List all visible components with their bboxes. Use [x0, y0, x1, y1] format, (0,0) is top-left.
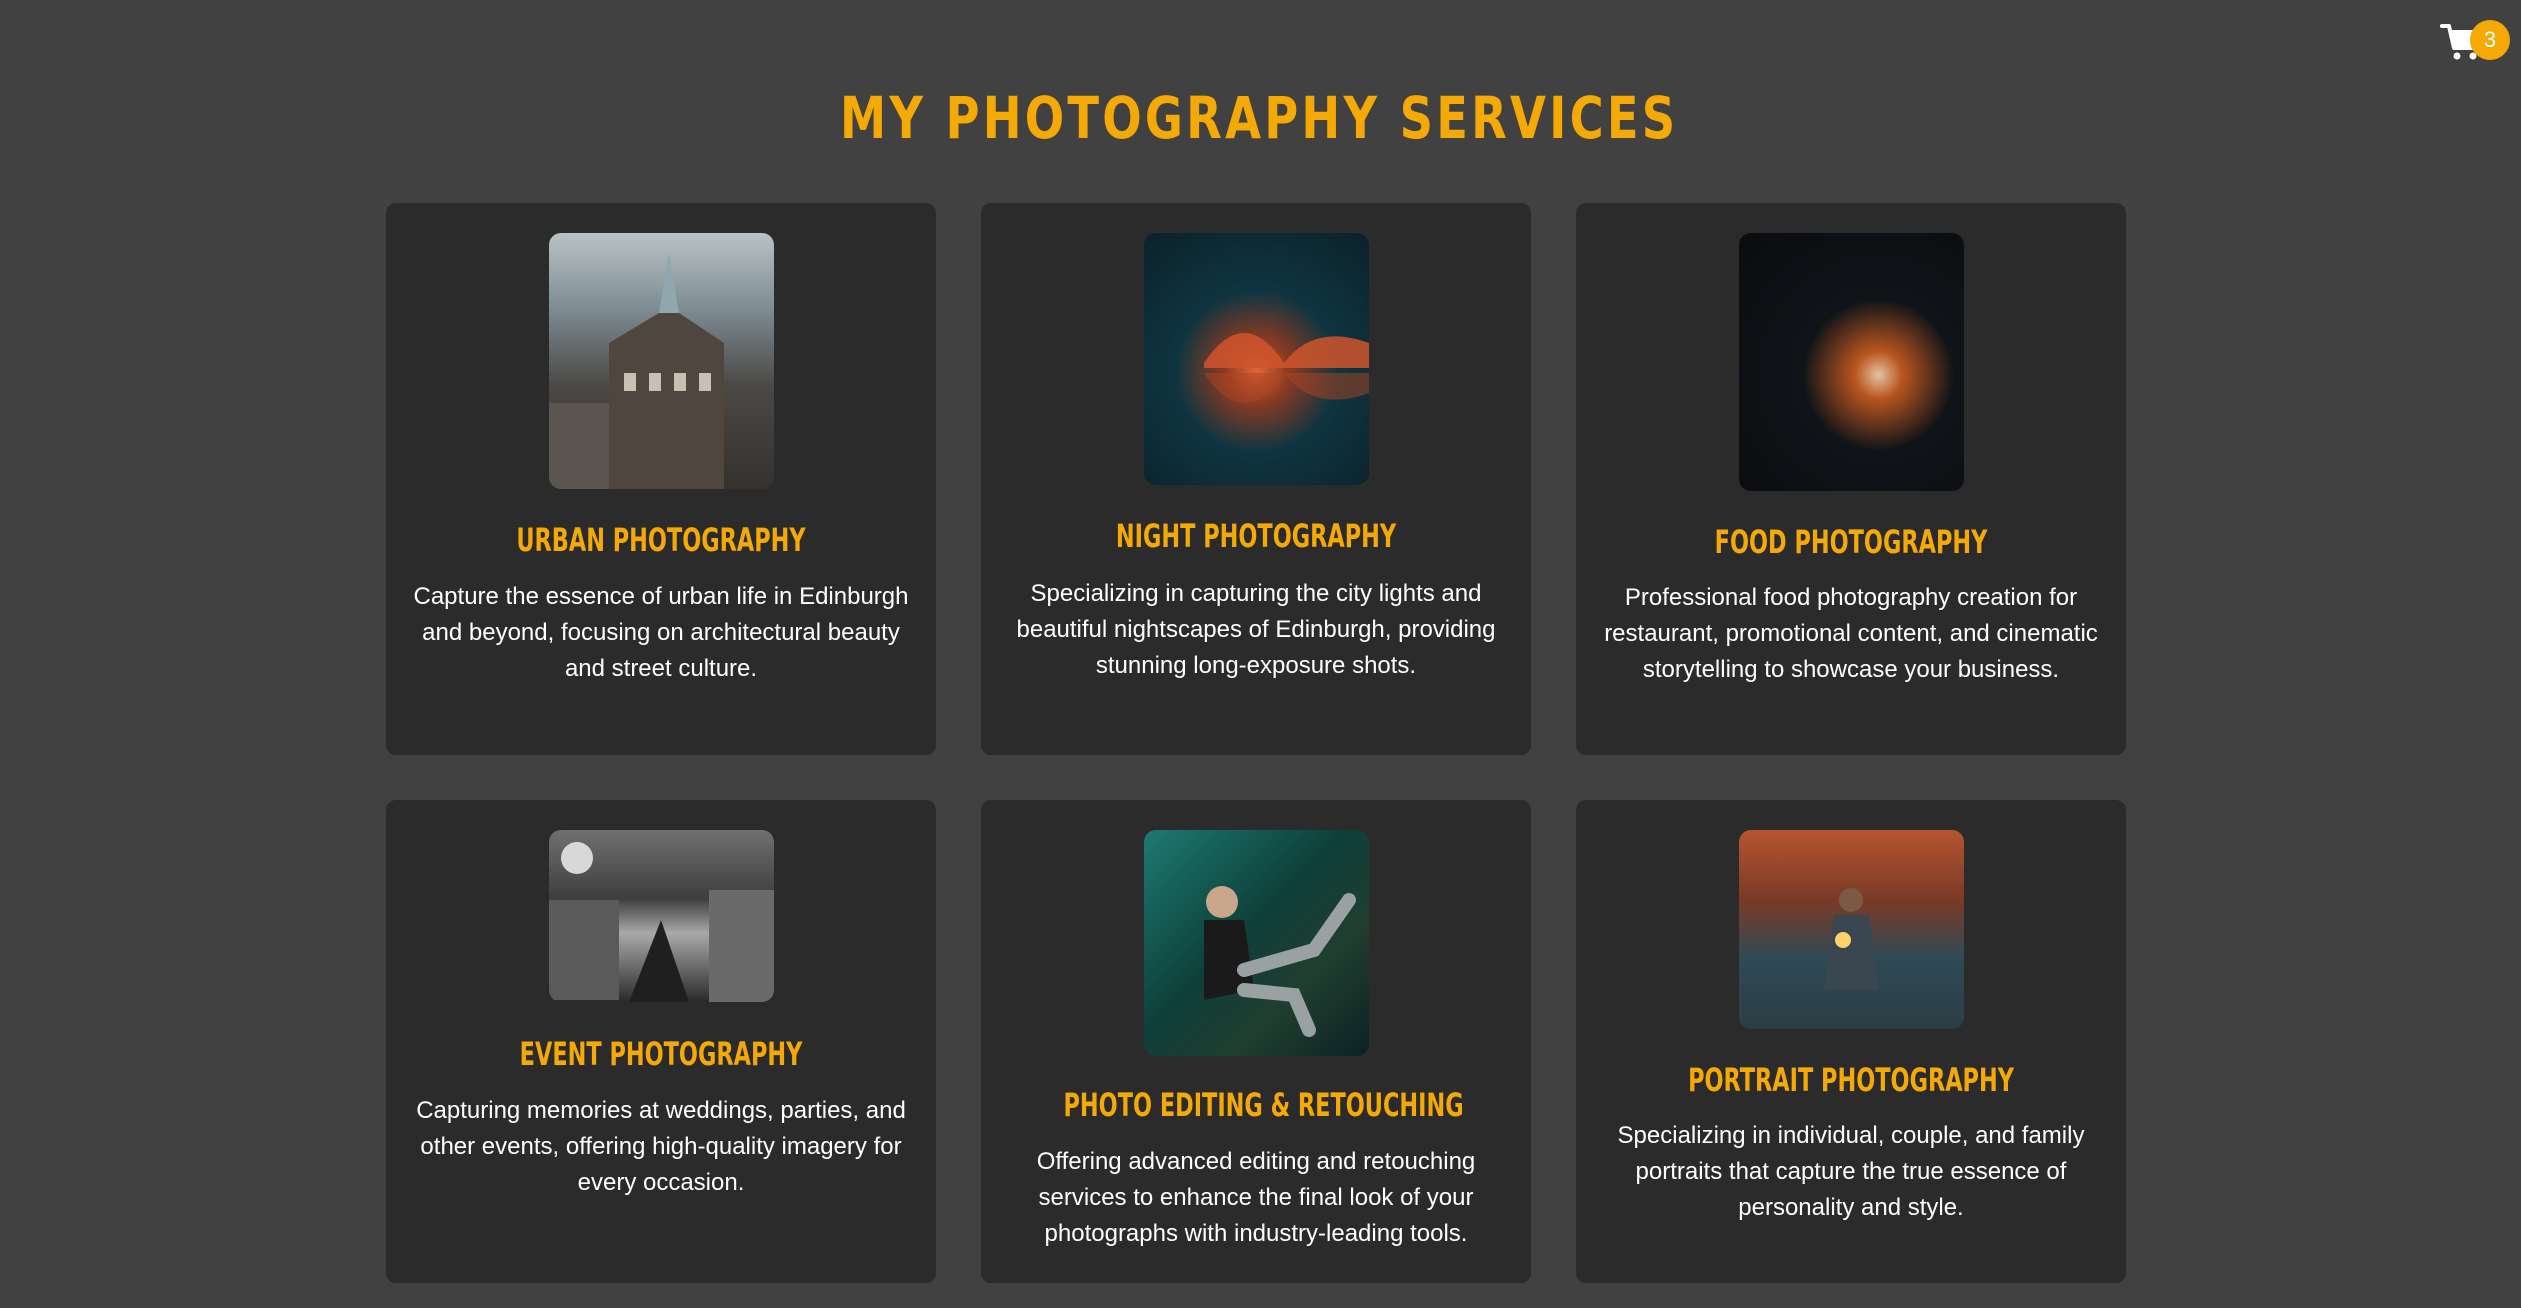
service-description: Capture the essence of urban life in Edi… [413, 583, 909, 682]
service-card-event[interactable]: EVENT PHOTOGRAPHY Capturing memories at … [386, 800, 936, 1283]
service-description: Offering advanced editing and retouching… [1036, 1148, 1476, 1247]
service-title: PORTRAIT PHOTOGRAPHY [1688, 1061, 2014, 1099]
service-card-food[interactable]: FOOD PHOTOGRAPHY Professional food photo… [1576, 203, 2126, 755]
portrait-with-light-photo [1739, 830, 1964, 1029]
service-description: Specializing in individual, couple, and … [1617, 1122, 2085, 1221]
illuminated-bridge-night-photo [1144, 233, 1369, 485]
service-title: PHOTO EDITING & RETOUCHING [1063, 1086, 1464, 1124]
service-title: URBAN PHOTOGRAPHY [516, 521, 806, 559]
service-title: EVENT PHOTOGRAPHY [519, 1035, 803, 1073]
cart-button[interactable]: 3 [2440, 20, 2510, 68]
cart-count-badge: 3 [2470, 20, 2510, 60]
service-card-portrait[interactable]: PORTRAIT PHOTOGRAPHY Specializing in ind… [1576, 800, 2126, 1283]
service-description: Capturing memories at weddings, parties,… [416, 1097, 906, 1196]
page-title: MY PHOTOGRAPHY SERVICES [839, 84, 1679, 152]
service-title: FOOD PHOTOGRAPHY [1714, 523, 1988, 561]
service-description: Professional food photography creation f… [1604, 584, 2098, 683]
edinburgh-building-photo [549, 233, 774, 489]
canal-street-night-photo [549, 830, 774, 1002]
sushi-roll-photo [1739, 233, 1964, 491]
service-card-editing[interactable]: PHOTO EDITING & RETOUCHING Offering adva… [981, 800, 1531, 1283]
woman-sitting-photo [1144, 830, 1369, 1056]
service-card-night[interactable]: NIGHT PHOTOGRAPHY Specializing in captur… [981, 203, 1531, 755]
service-description: Specializing in capturing the city light… [1016, 580, 1496, 679]
service-title: NIGHT PHOTOGRAPHY [1115, 517, 1397, 555]
service-card-urban[interactable]: URBAN PHOTOGRAPHY Capture the essence of… [386, 203, 936, 755]
